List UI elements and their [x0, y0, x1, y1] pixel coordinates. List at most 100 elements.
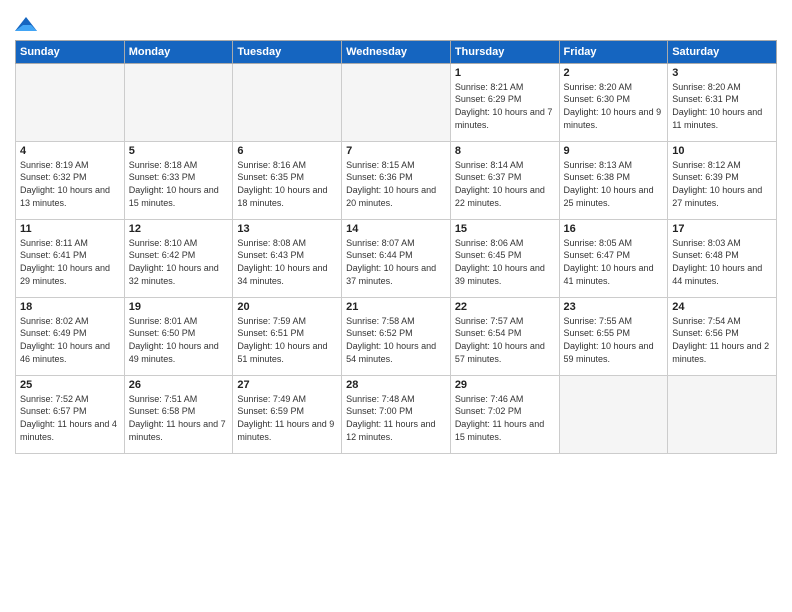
- calendar-cell: 12Sunrise: 8:10 AMSunset: 6:42 PMDayligh…: [124, 219, 233, 297]
- calendar-cell: 14 Sunrise: 8:07 AMSunset: 6:44 PMDayligh…: [342, 219, 451, 297]
- day-number: 17: [672, 223, 772, 235]
- weekday-header-thursday: Thursday: [450, 40, 559, 63]
- calendar-cell: [16, 63, 125, 141]
- day-number: 4: [20, 145, 120, 157]
- day-info: Sunrise: 8:21 AMSunset: 6:29 PMDaylight:…: [455, 81, 555, 131]
- day-number: 7: [346, 145, 446, 157]
- day-info: Sunrise: 8:15 AMSunset: 6:36 PMDaylight:…: [346, 159, 446, 209]
- calendar-cell: 10 Sunrise: 8:12 AMSunset: 6:39 PMDayligh…: [668, 141, 777, 219]
- day-info: Sunrise: 8:01 AMSunset: 6:50 PMDaylight:…: [129, 315, 229, 365]
- calendar-cell: 3 Sunrise: 8:20 AMSunset: 6:31 PMDaylight…: [668, 63, 777, 141]
- weekday-header-sunday: Sunday: [16, 40, 125, 63]
- weekday-header-wednesday: Wednesday: [342, 40, 451, 63]
- day-number: 15: [455, 223, 555, 235]
- day-number: 25: [20, 379, 120, 391]
- day-number: 18: [20, 301, 120, 313]
- calendar-cell: 17 Sunrise: 8:03 AMSunset: 6:48 PMDayligh…: [668, 219, 777, 297]
- day-info: Sunrise: 8:07 AMSunset: 6:44 PMDaylight:…: [346, 237, 446, 287]
- header: [15, 10, 777, 34]
- calendar-cell: 6 Sunrise: 8:16 AMSunset: 6:35 PMDaylight…: [233, 141, 342, 219]
- day-info: Sunrise: 8:10 AMSunset: 6:42 PMDaylight:…: [129, 237, 229, 287]
- week-row-1: 1 Sunrise: 8:21 AMSunset: 6:29 PMDaylight…: [16, 63, 777, 141]
- day-info: Sunrise: 8:13 AMSunset: 6:38 PMDaylight:…: [564, 159, 664, 209]
- week-row-3: 11Sunrise: 8:11 AMSunset: 6:41 PMDayligh…: [16, 219, 777, 297]
- day-info: Sunrise: 7:49 AMSunset: 6:59 PMDaylight:…: [237, 393, 337, 443]
- calendar-cell: 26 Sunrise: 7:51 AMSunset: 6:58 PMDayligh…: [124, 375, 233, 453]
- weekday-header-tuesday: Tuesday: [233, 40, 342, 63]
- day-info: Sunrise: 7:46 AMSunset: 7:02 PMDaylight:…: [455, 393, 555, 443]
- day-number: 26: [129, 379, 229, 391]
- calendar-cell: 2 Sunrise: 8:20 AMSunset: 6:30 PMDaylight…: [559, 63, 668, 141]
- day-info: Sunrise: 8:08 AMSunset: 6:43 PMDaylight:…: [237, 237, 337, 287]
- calendar-cell: [233, 63, 342, 141]
- calendar-cell: 8 Sunrise: 8:14 AMSunset: 6:37 PMDaylight…: [450, 141, 559, 219]
- day-number: 27: [237, 379, 337, 391]
- calendar-cell: 20Sunrise: 7:59 AMSunset: 6:51 PMDayligh…: [233, 297, 342, 375]
- day-number: 5: [129, 145, 229, 157]
- calendar-cell: 15 Sunrise: 8:06 AMSunset: 6:45 PMDayligh…: [450, 219, 559, 297]
- day-number: 28: [346, 379, 446, 391]
- calendar-cell: 23Sunrise: 7:55 AMSunset: 6:55 PMDayligh…: [559, 297, 668, 375]
- calendar-cell: [668, 375, 777, 453]
- calendar-cell: 5 Sunrise: 8:18 AMSunset: 6:33 PMDaylight…: [124, 141, 233, 219]
- weekday-header-friday: Friday: [559, 40, 668, 63]
- week-row-4: 18 Sunrise: 8:02 AMSunset: 6:49 PMDayligh…: [16, 297, 777, 375]
- day-number: 10: [672, 145, 772, 157]
- day-info: Sunrise: 8:20 AMSunset: 6:31 PMDaylight:…: [672, 81, 772, 131]
- day-number: 3: [672, 67, 772, 79]
- calendar-cell: 4 Sunrise: 8:19 AMSunset: 6:32 PMDaylight…: [16, 141, 125, 219]
- calendar-container: SundayMondayTuesdayWednesdayThursdayFrid…: [0, 0, 792, 464]
- calendar-cell: [342, 63, 451, 141]
- day-info: Sunrise: 8:16 AMSunset: 6:35 PMDaylight:…: [237, 159, 337, 209]
- calendar-cell: [559, 375, 668, 453]
- day-number: 23: [564, 301, 664, 313]
- day-number: 19: [129, 301, 229, 313]
- weekday-header-monday: Monday: [124, 40, 233, 63]
- day-info: Sunrise: 8:02 AMSunset: 6:49 PMDaylight:…: [20, 315, 120, 365]
- calendar-cell: 1 Sunrise: 8:21 AMSunset: 6:29 PMDaylight…: [450, 63, 559, 141]
- day-info: Sunrise: 7:51 AMSunset: 6:58 PMDaylight:…: [129, 393, 229, 443]
- calendar-cell: 21 Sunrise: 7:58 AMSunset: 6:52 PMDayligh…: [342, 297, 451, 375]
- day-info: Sunrise: 7:59 AMSunset: 6:51 PMDaylight:…: [237, 315, 337, 365]
- day-number: 13: [237, 223, 337, 235]
- day-info: Sunrise: 8:03 AMSunset: 6:48 PMDaylight:…: [672, 237, 772, 287]
- calendar-cell: 16 Sunrise: 8:05 AMSunset: 6:47 PMDayligh…: [559, 219, 668, 297]
- calendar-cell: 24Sunrise: 7:54 AMSunset: 6:56 PMDayligh…: [668, 297, 777, 375]
- calendar-cell: [124, 63, 233, 141]
- calendar-cell: 18 Sunrise: 8:02 AMSunset: 6:49 PMDayligh…: [16, 297, 125, 375]
- calendar-cell: 22Sunrise: 7:57 AMSunset: 6:54 PMDayligh…: [450, 297, 559, 375]
- day-info: Sunrise: 8:05 AMSunset: 6:47 PMDaylight:…: [564, 237, 664, 287]
- day-info: Sunrise: 7:57 AMSunset: 6:54 PMDaylight:…: [455, 315, 555, 365]
- day-number: 29: [455, 379, 555, 391]
- day-info: Sunrise: 7:48 AMSunset: 7:00 PMDaylight:…: [346, 393, 446, 443]
- calendar-cell: 29 Sunrise: 7:46 AMSunset: 7:02 PMDayligh…: [450, 375, 559, 453]
- day-number: 9: [564, 145, 664, 157]
- day-info: Sunrise: 8:20 AMSunset: 6:30 PMDaylight:…: [564, 81, 664, 131]
- calendar-cell: 25 Sunrise: 7:52 AMSunset: 6:57 PMDayligh…: [16, 375, 125, 453]
- day-info: Sunrise: 8:12 AMSunset: 6:39 PMDaylight:…: [672, 159, 772, 209]
- day-info: Sunrise: 8:06 AMSunset: 6:45 PMDaylight:…: [455, 237, 555, 287]
- day-number: 1: [455, 67, 555, 79]
- day-info: Sunrise: 8:14 AMSunset: 6:37 PMDaylight:…: [455, 159, 555, 209]
- day-info: Sunrise: 7:58 AMSunset: 6:52 PMDaylight:…: [346, 315, 446, 365]
- weekday-header-saturday: Saturday: [668, 40, 777, 63]
- day-number: 11: [20, 223, 120, 235]
- calendar-cell: 27 Sunrise: 7:49 AMSunset: 6:59 PMDayligh…: [233, 375, 342, 453]
- day-number: 6: [237, 145, 337, 157]
- day-number: 14: [346, 223, 446, 235]
- day-number: 21: [346, 301, 446, 313]
- calendar-cell: 19 Sunrise: 8:01 AMSunset: 6:50 PMDayligh…: [124, 297, 233, 375]
- logo-icon: [15, 15, 37, 33]
- day-info: Sunrise: 8:18 AMSunset: 6:33 PMDaylight:…: [129, 159, 229, 209]
- day-number: 2: [564, 67, 664, 79]
- calendar-cell: 7 Sunrise: 8:15 AMSunset: 6:36 PMDaylight…: [342, 141, 451, 219]
- day-number: 8: [455, 145, 555, 157]
- calendar-cell: 9 Sunrise: 8:13 AMSunset: 6:38 PMDaylight…: [559, 141, 668, 219]
- week-row-5: 25 Sunrise: 7:52 AMSunset: 6:57 PMDayligh…: [16, 375, 777, 453]
- day-info: Sunrise: 7:54 AMSunset: 6:56 PMDaylight:…: [672, 315, 772, 365]
- weekday-header-row: SundayMondayTuesdayWednesdayThursdayFrid…: [16, 40, 777, 63]
- day-info: Sunrise: 8:19 AMSunset: 6:32 PMDaylight:…: [20, 159, 120, 209]
- day-info: Sunrise: 7:52 AMSunset: 6:57 PMDaylight:…: [20, 393, 120, 443]
- day-number: 16: [564, 223, 664, 235]
- week-row-2: 4 Sunrise: 8:19 AMSunset: 6:32 PMDaylight…: [16, 141, 777, 219]
